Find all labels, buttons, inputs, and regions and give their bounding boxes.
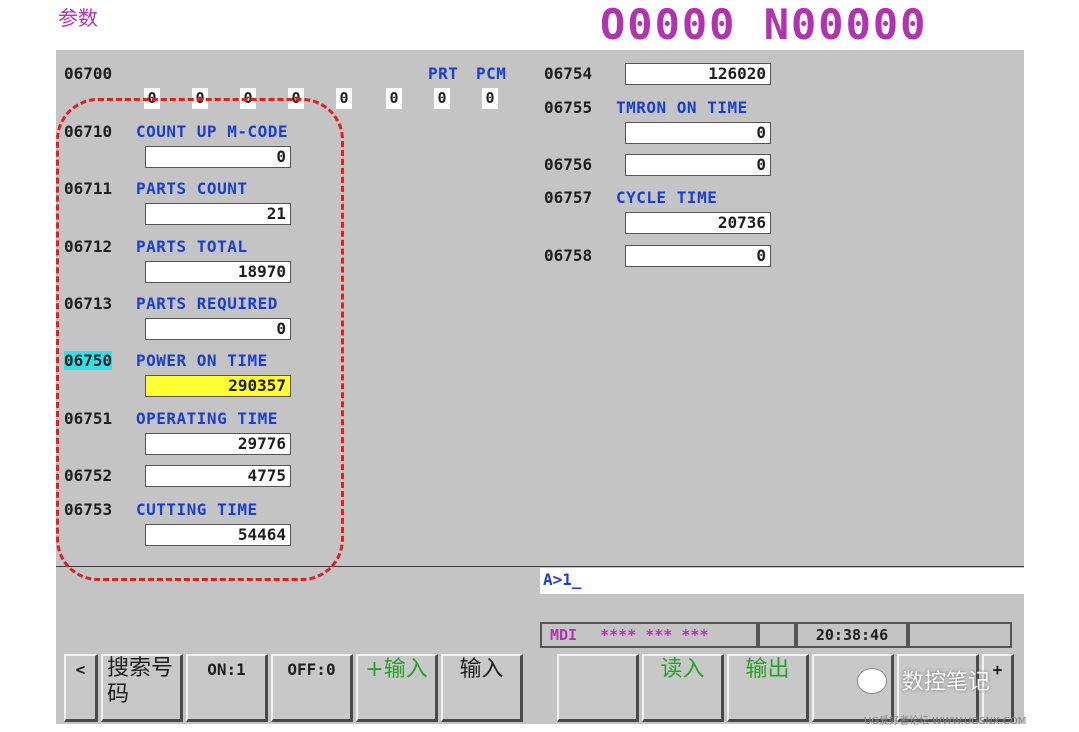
- bit-field-1[interactable]: 0: [434, 88, 450, 109]
- param-value-06757[interactable]: 20736: [625, 212, 771, 234]
- param-number-06757: 06757: [544, 188, 593, 207]
- screen-title: 参数: [58, 6, 98, 30]
- key-input-line[interactable]: A>1_: [540, 568, 1024, 594]
- softkey-on-1[interactable]: ON:1: [186, 654, 268, 722]
- param-value-06758[interactable]: 0: [625, 245, 771, 267]
- softkey-output[interactable]: 输出: [727, 654, 809, 722]
- param-label-cycle-time: CYCLE TIME: [616, 188, 718, 207]
- footer-watermark: UG爱好者论坛 WWW.UGSNX.COM: [864, 716, 1027, 727]
- softkey-input[interactable]: 输入: [441, 654, 523, 722]
- softkey-blank[interactable]: [557, 654, 639, 722]
- bit-label-prt: PRT: [428, 64, 459, 83]
- softkey-back[interactable]: <: [64, 654, 98, 722]
- status-clock: 20:38:46: [796, 622, 908, 648]
- highlight-annotation: [56, 98, 344, 581]
- status-bar: MDI **** *** *** 20:38:46: [540, 622, 1012, 648]
- watermark-text: 数控笔记: [902, 670, 991, 695]
- bit-field-0[interactable]: 0: [482, 88, 498, 109]
- softkey-read[interactable]: 读入: [642, 654, 724, 722]
- param-value-06756[interactable]: 0: [625, 154, 771, 176]
- bit-field-2[interactable]: 0: [386, 88, 402, 109]
- softkey-off-0[interactable]: OFF:0: [271, 654, 353, 722]
- wechat-icon: [857, 668, 887, 694]
- program-number: O0000 N00000: [600, 0, 928, 49]
- param-number-06755: 06755: [544, 98, 593, 117]
- status-blank-cell: [758, 622, 796, 648]
- status-extra-cell: [908, 622, 1012, 648]
- param-label-tmron-on-time: TMRON ON TIME: [616, 98, 748, 117]
- param-number-06756: 06756: [544, 155, 593, 174]
- softkey-search-number[interactable]: 搜索号码: [101, 654, 183, 722]
- status-mode: MDI: [550, 626, 578, 644]
- bit-label-pcm: PCM: [476, 64, 507, 83]
- status-mode-cell: MDI **** *** ***: [540, 622, 758, 648]
- param-value-06755[interactable]: 0: [625, 122, 771, 144]
- softkey-plus-input[interactable]: +输入: [356, 654, 438, 722]
- param-value-06754[interactable]: 126020: [625, 63, 771, 85]
- status-stars: **** *** ***: [600, 626, 709, 644]
- param-number-06700: 06700: [64, 64, 113, 83]
- param-number-06754: 06754: [544, 64, 593, 83]
- param-number-06758: 06758: [544, 246, 593, 265]
- bit-field-3[interactable]: 0: [336, 88, 352, 109]
